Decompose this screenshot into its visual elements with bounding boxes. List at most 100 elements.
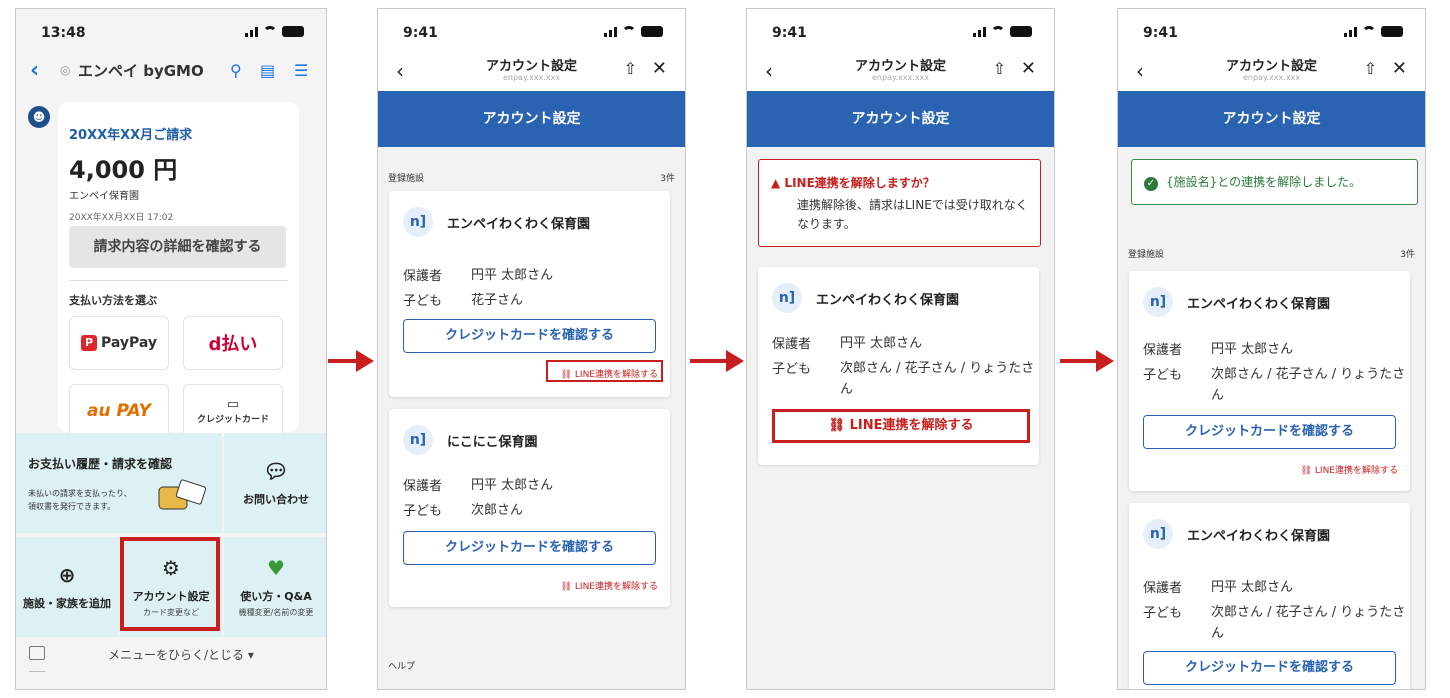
guardian-row: 保護者 円平 太郎さん [1143, 342, 1294, 358]
contact-label: お問い合わせ [243, 493, 309, 506]
credit-card-button[interactable]: クレジットカードを確認する [1143, 651, 1396, 685]
child-row: 子ども 花子さん [403, 293, 524, 309]
wallet-icon [158, 479, 206, 510]
menu-toggle[interactable]: メニューをひらく/とじる ▾ [16, 641, 326, 677]
dbarai-button[interactable]: d払い [183, 316, 283, 370]
wifi-icon [1362, 26, 1376, 36]
unlink-icon: ⛓ [828, 418, 846, 433]
bill-detail-button[interactable]: 請求内容の詳細を確認する [69, 226, 286, 268]
keyboard-icon [29, 646, 45, 660]
guardian-row: 保護者 円平 太郎さん [1143, 580, 1294, 596]
facility-name: エンペイわくわく保育園 [447, 216, 591, 232]
guardian-row: 保護者 円平 太郎さん [772, 336, 923, 352]
phone-unlink-complete: 9:41 ‹ アカウント設定 enpay.xxx.xxx ⇧ ✕ アカウント設定… [1117, 8, 1426, 690]
paypay-icon: P [80, 335, 97, 351]
share-icon[interactable]: ⇧ [993, 59, 1006, 78]
close-icon[interactable]: ✕ [652, 58, 667, 79]
line-unlink-button[interactable]: ⛓ LINE連携を解除する [772, 409, 1030, 443]
credit-card-button[interactable]: クレジットカードを確認する [403, 531, 656, 565]
facility-name: エンペイわくわく保育園 [1187, 296, 1331, 312]
status-bar: 9:41 [1118, 25, 1425, 45]
search-icon[interactable]: ⚲ [230, 61, 242, 80]
registered-section-header: 登録施設 3件 [1128, 247, 1415, 260]
phone-account-settings: 9:41 ‹ アカウント設定 enpay.xxx.xxx ⇧ ✕ アカウント設定… [377, 8, 686, 690]
child-row: 子ども 次郎さん / 花子さん / りょうたさん [1143, 367, 1406, 403]
status-bar: 9:41 [378, 25, 685, 45]
credit-card-icon: ▭ [226, 397, 240, 412]
facility-card: n] エンペイわくわく保育園 保護者 円平 太郎さん 子ども 次郎さん / 花子さん … [1129, 503, 1410, 689]
help-section[interactable]: ヘルプ [388, 659, 415, 672]
status-time: 9:41 [403, 25, 438, 41]
header-title: アカウント設定 [1225, 59, 1317, 74]
warning-icon: ▲ [771, 176, 781, 190]
status-bar: 9:41 [747, 25, 1054, 45]
facility-name: エンペイわくわく保育園 [1187, 528, 1331, 544]
header-url: enpay.xxx.xxx [1242, 73, 1301, 82]
unlink-icon: ⛓ [1300, 466, 1313, 476]
signal-icon [1344, 25, 1357, 37]
back-icon[interactable]: ‹ [30, 58, 39, 83]
header-url: enpay.xxx.xxx [871, 73, 930, 82]
credit-card-button[interactable]: クレジットカードを確認する [403, 319, 656, 353]
close-icon[interactable]: ✕ [1021, 58, 1036, 79]
shield-icon: ◎ [60, 63, 71, 77]
beginner-mark-icon: ♥ [267, 556, 285, 580]
payment-history-tile[interactable]: お支払い履歴・請求を確認 未払いの請求を支払ったり、領収書を発行できます。 [16, 433, 222, 533]
facility-card: n] エンペイわくわく保育園 保護者 円平 太郎さん 子ども 次郎さん / 花子さん … [758, 267, 1039, 465]
battery-icon [1381, 25, 1403, 37]
status-time: 9:41 [772, 25, 807, 41]
unlink-icon: ⛓ [560, 582, 573, 592]
divider [29, 671, 45, 672]
menu-icon[interactable]: ☰ [294, 61, 308, 80]
status-time: 13:48 [41, 25, 86, 41]
bill-card: 20XX年XX月ご請求 4,000 円 エンペイ保育園 20XX年XX月XX日 … [58, 102, 299, 438]
child-row: 子ども 次郎さん [403, 503, 524, 519]
guardian-row: 保護者 円平 太郎さん [403, 478, 554, 494]
warning-title: ▲ LINE連携を解除しますか？ [771, 176, 935, 190]
header-title: アカウント設定 [854, 59, 946, 74]
page-banner: アカウント設定 [1118, 91, 1425, 147]
webview-header: ‹ アカウント設定 enpay.xxx.xxx ⇧ ✕ [1118, 55, 1425, 95]
contact-tile[interactable]: 💬︎ お問い合わせ [224, 433, 326, 533]
registered-count: 3件 [660, 174, 675, 184]
flow-arrow [328, 350, 374, 372]
app-title: エンペイ byGMO [78, 61, 204, 80]
facility-card: n] エンペイわくわく保育園 保護者 円平 太郎さん 子ども 花子さん クレジットカー… [389, 191, 670, 397]
status-time: 9:41 [1143, 25, 1178, 41]
facility-card: n] にこにこ保育園 保護者 円平 太郎さん 子ども 次郎さん クレジットカードを確認… [389, 409, 670, 607]
close-icon[interactable]: ✕ [1392, 58, 1407, 79]
facility-name: エンペイわくわく保育園 [816, 292, 960, 308]
credit-card-button[interactable]: クレジットカードを確認する [1143, 415, 1396, 449]
page-banner: アカウント設定 [747, 91, 1054, 147]
phone-home-screen: 13:48 ‹ ◎ エンペイ byGMO ⚲ ▤ ☰ ☻ 20XX年XX月ご請求… [15, 8, 327, 690]
payment-history-title: お支払い履歴・請求を確認 [28, 457, 173, 471]
aupay-button[interactable]: au PAY [69, 384, 169, 438]
wifi-icon [991, 26, 1005, 36]
add-facility-label: 施設・家族を追加 [23, 597, 111, 610]
add-facility-tile[interactable]: ⊕ 施設・家族を追加 [16, 537, 118, 637]
guardian-row: 保護者 円平 太郎さん [403, 268, 554, 284]
bill-month: 20XX年XX月ご請求 [69, 128, 193, 143]
signal-icon [604, 25, 617, 37]
avatar: ☻ [28, 106, 50, 128]
howto-tile[interactable]: ♥ 使い方・Q&A 機種変更/名前の変更 [224, 537, 326, 637]
share-icon[interactable]: ⇧ [624, 59, 637, 78]
howto-label: 使い方・Q&A [240, 590, 312, 603]
line-unlink-link[interactable]: ⛓ LINE連携を解除する [1301, 463, 1398, 476]
child-row: 子ども 次郎さん / 花子さん / りょうたさん [772, 361, 1035, 397]
flow-arrow [690, 350, 744, 372]
chat-icon: 💬︎ [263, 459, 289, 483]
building-icon: n] [1143, 287, 1173, 317]
share-icon[interactable]: ⇧ [1364, 59, 1377, 78]
document-icon[interactable]: ▤ [260, 61, 275, 80]
pay-method-label: 支払い方法を選ぶ [69, 294, 157, 307]
header-title: アカウント設定 [485, 59, 577, 74]
credit-card-button[interactable]: ▭ クレジットカード [183, 384, 283, 438]
line-unlink-link[interactable]: ⛓ LINE連携を解除する [561, 579, 658, 592]
registered-section-header: 登録施設 3件 [388, 171, 675, 184]
highlight-box [120, 537, 220, 631]
battery-icon [641, 25, 663, 37]
warning-body: 連携解除後、請求はLINEでは受け取れなくなります。 [797, 198, 1028, 231]
paypay-button[interactable]: P PayPay [69, 316, 169, 370]
webview-header: ‹ アカウント設定 enpay.xxx.xxx ⇧ ✕ [747, 55, 1054, 95]
